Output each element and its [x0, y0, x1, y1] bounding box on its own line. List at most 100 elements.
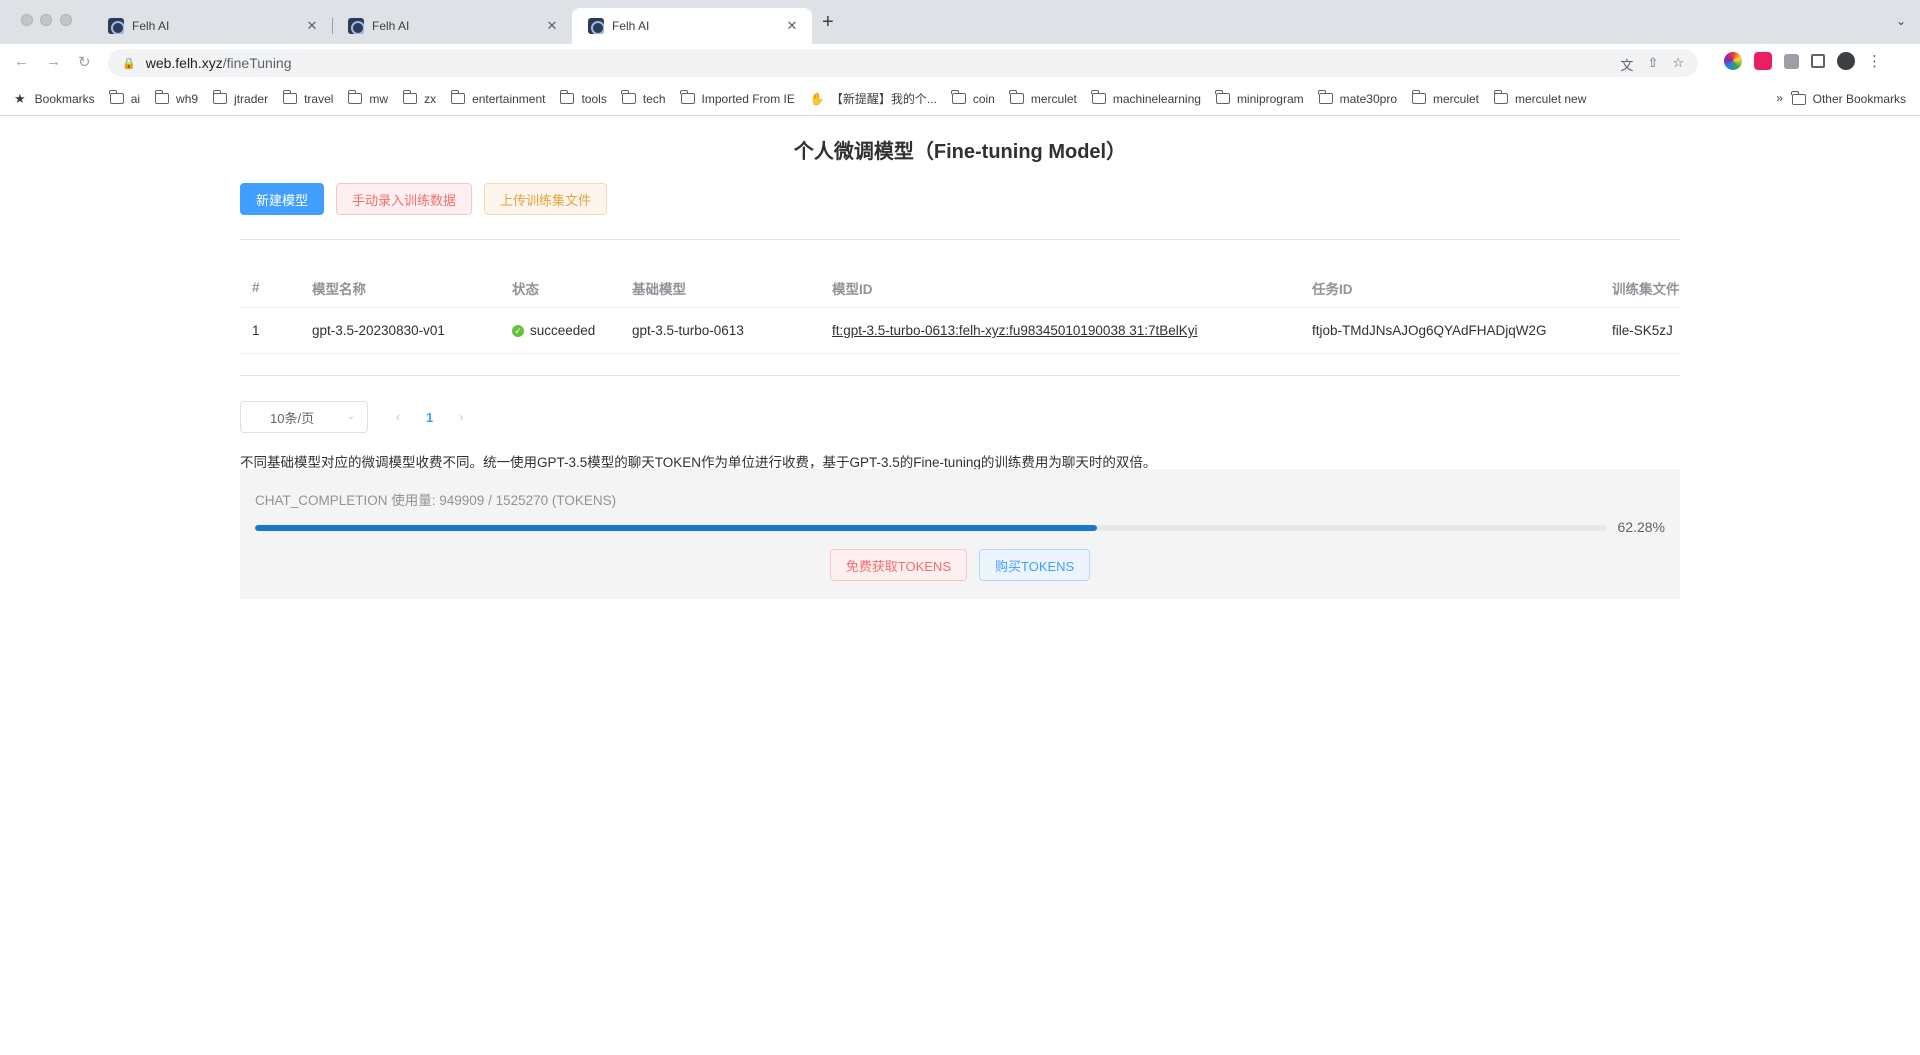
more-menu-icon[interactable]: ⋮	[1867, 52, 1882, 70]
upload-training-file-button[interactable]: 上传训练集文件	[484, 183, 608, 215]
bookmark-folder[interactable]: tech	[621, 90, 666, 106]
bookmark-folder[interactable]: travel	[282, 90, 333, 106]
bookmark-label: zx	[424, 91, 437, 106]
extensions-area: ⋮	[1724, 52, 1882, 70]
bookmark-folder[interactable]: mw	[347, 90, 389, 106]
folder-icon	[347, 90, 363, 104]
bookmarks-overflow-button[interactable]: »	[1776, 91, 1783, 105]
page-number-current[interactable]: 1	[426, 410, 433, 425]
bookmark-folder[interactable]: entertainment	[450, 90, 546, 106]
pricing-note: 不同基础模型对应的微调模型收费不同。统一使用GPT-3.5模型的聊天TOKEN作…	[240, 455, 1157, 470]
folder-icon	[1493, 90, 1509, 104]
other-bookmarks-folder[interactable]: Other Bookmarks	[1791, 82, 1906, 116]
bookmark-folder[interactable]: wh9	[154, 90, 199, 106]
felh-favicon-icon	[348, 18, 364, 34]
column-header-name: 模型名称	[312, 281, 366, 297]
reload-icon[interactable]: ↻	[78, 53, 91, 71]
divider	[240, 375, 1680, 376]
bookmark-folder[interactable]: merculet	[1411, 90, 1479, 106]
tab-search-icon[interactable]: ⌄	[1896, 14, 1906, 28]
model-id-link[interactable]: ft:gpt-3.5-turbo-0613:felh-xyz:fu9834501…	[832, 323, 1198, 338]
bookmark-folder[interactable]: Imported From IE	[680, 90, 795, 106]
folder-icon	[154, 90, 170, 104]
folder-icon	[1215, 90, 1230, 104]
bookmark-label: entertainment	[472, 91, 546, 106]
bookmark-star-icon[interactable]: ☆	[1672, 55, 1684, 74]
close-tab-icon[interactable]: ✕	[304, 18, 320, 34]
bookmark-folder[interactable]: mate30pro	[1318, 90, 1397, 106]
usage-label: CHAT_COMPLETION 使用量: 949909 / 1525270 (T…	[255, 493, 617, 508]
lock-icon: 🔒	[122, 57, 136, 70]
translate-extension-icon[interactable]	[1754, 52, 1772, 70]
cell-index: 1	[252, 323, 260, 338]
star-icon: ★	[14, 90, 26, 106]
bookmarks-bar: ★ Bookmarks ai wh9 jtrader travel mw zx …	[0, 82, 1920, 116]
zoom-window-button[interactable]	[60, 14, 72, 26]
bookmark-label: machinelearning	[1112, 91, 1201, 106]
column-header-status: 状态	[512, 281, 539, 297]
bookmark-label: miniprogram	[1236, 91, 1304, 106]
new-model-button[interactable]: 新建模型	[240, 183, 325, 215]
bookmarks-root[interactable]: ★ Bookmarks	[14, 91, 95, 107]
column-header-index: #	[252, 280, 260, 295]
fine-tuning-page: 个人微调模型（Fine-tuning Model） 新建模型 手动录入训练数据 …	[240, 117, 1680, 599]
cell-job-id: ftjob-TMdJNsAJOg6QYAdFHADjqW2G	[1312, 323, 1547, 338]
minimize-window-button[interactable]	[40, 14, 52, 26]
next-page-icon[interactable]: ›	[459, 410, 463, 424]
bookmark-label: wh9	[176, 91, 199, 106]
puzzle-extensions-icon[interactable]	[1784, 53, 1799, 69]
bookmark-folder[interactable]: machinelearning	[1091, 90, 1201, 106]
cell-training-file: file-SK5zJ	[1612, 323, 1673, 338]
forward-icon[interactable]: →	[46, 53, 61, 70]
bookmark-label: mw	[369, 91, 389, 106]
bookmark-folder[interactable]: merculet new	[1493, 90, 1586, 106]
side-panel-icon[interactable]	[1811, 54, 1825, 68]
folder-icon	[109, 90, 124, 104]
buy-tokens-button[interactable]: 购买TOKENS	[979, 549, 1091, 581]
url-host: web.felh.xyz	[145, 55, 223, 71]
profile-avatar-icon[interactable]	[1837, 52, 1855, 70]
bookmark-label: tech	[642, 91, 666, 106]
bookmark-label: Bookmarks	[34, 91, 95, 106]
close-tab-icon[interactable]: ✕	[784, 18, 800, 34]
bookmark-folder[interactable]: tools	[559, 90, 607, 106]
bookmark-folder[interactable]: miniprogram	[1215, 90, 1304, 106]
bookmark-label: merculet	[1030, 91, 1077, 106]
bookmark-folder[interactable]: ai	[109, 90, 141, 106]
bookmark-folder[interactable]: coin	[951, 90, 995, 106]
bookmark-folder[interactable]: jtrader	[212, 90, 268, 106]
free-tokens-button[interactable]: 免费获取TOKENS	[829, 549, 967, 581]
browser-tab[interactable]: Felh AI ✕	[332, 8, 572, 44]
new-tab-button[interactable]: +	[822, 12, 834, 32]
status-text: succeeded	[530, 323, 596, 338]
column-header-base-model: 基础模型	[632, 281, 686, 297]
usage-percent: 62.28%	[1617, 519, 1665, 535]
column-header-model-id: 模型ID	[832, 281, 873, 297]
translate-icon[interactable]: 文	[1620, 55, 1633, 74]
browser-tab[interactable]: Felh AI ✕	[92, 8, 332, 44]
table-header-row: # 模型名称 状态 基础模型 模型ID 任务ID 训练集文件	[240, 268, 1680, 308]
bookmark-link[interactable]: ✋ 【新提醒】我的个...	[810, 90, 937, 107]
close-tab-icon[interactable]: ✕	[544, 18, 560, 34]
bookmark-folder[interactable]: zx	[402, 90, 437, 106]
divider	[240, 239, 1680, 240]
back-icon[interactable]: ←	[14, 53, 29, 70]
folder-icon	[1411, 90, 1426, 104]
folder-icon	[450, 90, 466, 104]
chevron-down-icon: ⌄	[346, 411, 355, 422]
close-window-button[interactable]	[21, 14, 33, 26]
success-check-icon: ✓	[512, 324, 524, 337]
url-path: /fineTuning	[222, 55, 292, 71]
page-size-value: 10条/页	[270, 410, 315, 426]
folder-icon	[1318, 90, 1333, 104]
page-size-select[interactable]: 10条/页 ⌄	[240, 401, 368, 433]
browser-tab-active[interactable]: Felh AI ✕	[572, 8, 812, 44]
bookmark-label: ai	[130, 91, 141, 106]
manual-input-button[interactable]: 手动录入训练数据	[336, 183, 473, 215]
color-picker-extension-icon[interactable]	[1724, 52, 1742, 70]
felh-favicon-icon	[108, 18, 124, 34]
bookmark-folder[interactable]: merculet	[1009, 90, 1077, 106]
address-bar[interactable]: 🔒 web.felh.xyz /fineTuning 文 ⇧ ☆	[108, 49, 1698, 77]
share-icon[interactable]: ⇧	[1647, 55, 1658, 74]
prev-page-icon[interactable]: ‹	[396, 410, 400, 424]
